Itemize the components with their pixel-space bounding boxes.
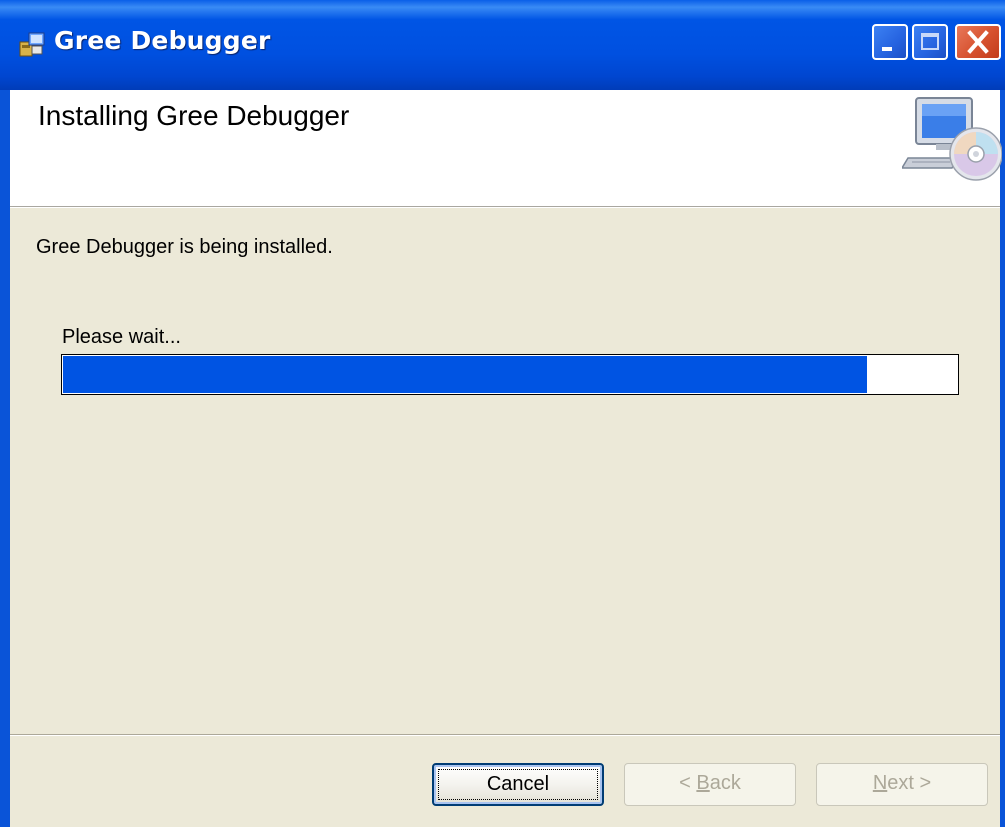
minimize-icon	[882, 47, 892, 51]
next-label-rest: ext >	[887, 772, 932, 794]
minimize-button[interactable]	[872, 24, 908, 60]
page-title: Installing Gree Debugger	[38, 100, 350, 131]
maximize-icon	[921, 33, 939, 50]
progress-label: Please wait...	[62, 326, 181, 348]
installer-window: Gree Debugger Installing Gree Debugger G…	[0, 0, 1005, 827]
progress-fill	[63, 356, 868, 393]
next-button[interactable]: Next >	[816, 763, 988, 806]
next-accelerator: N	[872, 772, 888, 794]
close-button[interactable]	[955, 24, 1001, 60]
title-bar[interactable]: Gree Debugger	[0, 0, 1005, 90]
footer-divider-highlight	[10, 735, 1000, 736]
install-status-text: Gree Debugger is being installed.	[36, 236, 333, 258]
window-frame-left	[0, 90, 10, 827]
progress-bar	[61, 354, 959, 395]
cancel-button-label: Cancel	[486, 773, 550, 795]
banner-divider	[10, 207, 1000, 208]
window-title: Gree Debugger	[54, 26, 271, 55]
back-accelerator: B	[696, 772, 710, 794]
cancel-button[interactable]: Cancel	[432, 763, 604, 806]
computer-cd-icon	[902, 97, 1002, 181]
back-prefix: <	[679, 772, 697, 794]
header-banner: Installing Gree Debugger	[10, 90, 1002, 207]
back-button[interactable]: < Back	[624, 763, 796, 806]
close-icon	[967, 30, 989, 54]
installer-app-icon	[19, 32, 45, 57]
maximize-button[interactable]	[912, 24, 948, 60]
back-label-rest: ack	[709, 772, 741, 794]
window-frame-right	[1000, 90, 1005, 827]
